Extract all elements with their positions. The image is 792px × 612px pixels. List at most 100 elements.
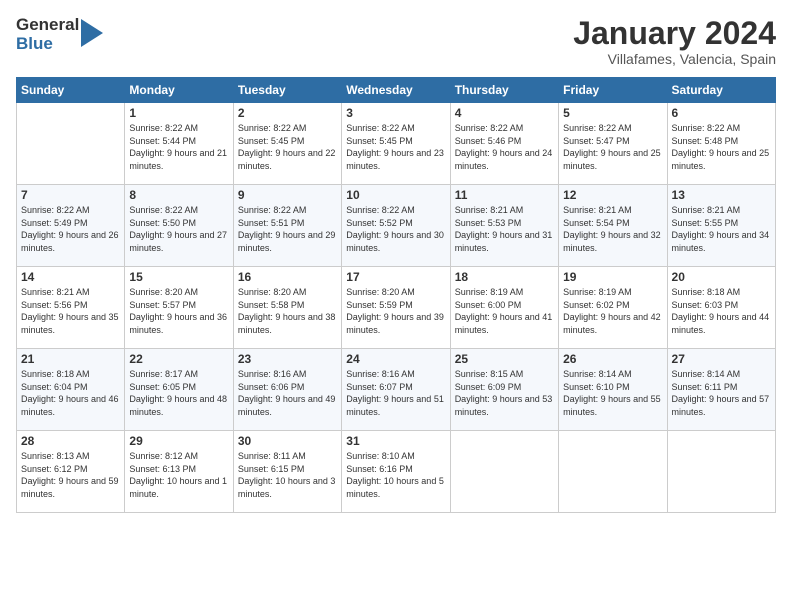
header-thursday: Thursday xyxy=(450,78,558,103)
table-row: 14Sunrise: 8:21 AMSunset: 5:56 PMDayligh… xyxy=(17,267,125,349)
table-row: 30 Sunrise: 8:11 AMSunset: 6:15 PMDayligh… xyxy=(233,431,341,513)
table-row: 9 Sunrise: 8:22 AMSunset: 5:51 PMDaylight… xyxy=(233,185,341,267)
day-info: Sunrise: 8:14 AMSunset: 6:10 PMDaylight:… xyxy=(563,368,662,418)
day-info: Sunrise: 8:22 AMSunset: 5:45 PMDaylight:… xyxy=(346,122,445,172)
table-row: 15 Sunrise: 8:20 AMSunset: 5:57 PMDayligh… xyxy=(125,267,233,349)
day-number: 16 xyxy=(238,270,337,284)
day-info: Sunrise: 8:22 AMSunset: 5:46 PMDaylight:… xyxy=(455,122,554,172)
day-number: 20 xyxy=(672,270,771,284)
table-row: 27 Sunrise: 8:14 AMSunset: 6:11 PMDayligh… xyxy=(667,349,775,431)
logo-icon xyxy=(81,19,103,47)
table-row: 1 Sunrise: 8:22 AMSunset: 5:44 PMDaylight… xyxy=(125,103,233,185)
day-number: 3 xyxy=(346,106,445,120)
table-row: 22 Sunrise: 8:17 AMSunset: 6:05 PMDayligh… xyxy=(125,349,233,431)
day-number: 6 xyxy=(672,106,771,120)
day-number: 14 xyxy=(21,270,120,284)
day-info: Sunrise: 8:10 AMSunset: 6:16 PMDaylight:… xyxy=(346,450,445,500)
table-row xyxy=(450,431,558,513)
day-info: Sunrise: 8:18 AMSunset: 6:03 PMDaylight:… xyxy=(672,286,771,336)
table-row: 26 Sunrise: 8:14 AMSunset: 6:10 PMDayligh… xyxy=(559,349,667,431)
day-info: Sunrise: 8:21 AMSunset: 5:53 PMDaylight:… xyxy=(455,204,554,254)
table-row: 5 Sunrise: 8:22 AMSunset: 5:47 PMDaylight… xyxy=(559,103,667,185)
table-row: 19 Sunrise: 8:19 AMSunset: 6:02 PMDayligh… xyxy=(559,267,667,349)
week-row-3: 14Sunrise: 8:21 AMSunset: 5:56 PMDayligh… xyxy=(17,267,776,349)
logo-blue: Blue xyxy=(16,35,79,54)
table-row: 13 Sunrise: 8:21 AMSunset: 5:55 PMDayligh… xyxy=(667,185,775,267)
day-number: 27 xyxy=(672,352,771,366)
day-number: 22 xyxy=(129,352,228,366)
day-number: 7 xyxy=(21,188,120,202)
day-info: Sunrise: 8:16 AMSunset: 6:06 PMDaylight:… xyxy=(238,368,337,418)
table-row: 7Sunrise: 8:22 AMSunset: 5:49 PMDaylight… xyxy=(17,185,125,267)
day-number: 12 xyxy=(563,188,662,202)
header-wednesday: Wednesday xyxy=(342,78,450,103)
table-row: 23 Sunrise: 8:16 AMSunset: 6:06 PMDayligh… xyxy=(233,349,341,431)
day-info: Sunrise: 8:22 AMSunset: 5:50 PMDaylight:… xyxy=(129,204,228,254)
page: General Blue January 2024 Villafames, Va… xyxy=(0,0,792,612)
table-row: 12 Sunrise: 8:21 AMSunset: 5:54 PMDayligh… xyxy=(559,185,667,267)
day-info: Sunrise: 8:14 AMSunset: 6:11 PMDaylight:… xyxy=(672,368,771,418)
logo: General Blue xyxy=(16,16,103,53)
table-row: 6Sunrise: 8:22 AMSunset: 5:48 PMDaylight… xyxy=(667,103,775,185)
logo-general: General xyxy=(16,16,79,35)
day-info: Sunrise: 8:21 AMSunset: 5:55 PMDaylight:… xyxy=(672,204,771,254)
day-number: 1 xyxy=(129,106,228,120)
day-number: 2 xyxy=(238,106,337,120)
week-row-5: 28 Sunrise: 8:13 AMSunset: 6:12 PMDayligh… xyxy=(17,431,776,513)
day-info: Sunrise: 8:22 AMSunset: 5:51 PMDaylight:… xyxy=(238,204,337,254)
day-number: 30 xyxy=(238,434,337,448)
table-row: 21 Sunrise: 8:18 AMSunset: 6:04 PMDayligh… xyxy=(17,349,125,431)
day-info: Sunrise: 8:20 AMSunset: 5:57 PMDaylight:… xyxy=(129,286,228,336)
day-number: 24 xyxy=(346,352,445,366)
day-number: 8 xyxy=(129,188,228,202)
day-number: 29 xyxy=(129,434,228,448)
day-number: 17 xyxy=(346,270,445,284)
day-number: 5 xyxy=(563,106,662,120)
day-info: Sunrise: 8:22 AMSunset: 5:47 PMDaylight:… xyxy=(563,122,662,172)
day-number: 9 xyxy=(238,188,337,202)
week-row-1: 1 Sunrise: 8:22 AMSunset: 5:44 PMDaylight… xyxy=(17,103,776,185)
day-info: Sunrise: 8:19 AMSunset: 6:02 PMDaylight:… xyxy=(563,286,662,336)
day-number: 15 xyxy=(129,270,228,284)
day-info: Sunrise: 8:21 AMSunset: 5:54 PMDaylight:… xyxy=(563,204,662,254)
calendar-table: Sunday Monday Tuesday Wednesday Thursday… xyxy=(16,77,776,513)
day-info: Sunrise: 8:20 AMSunset: 5:58 PMDaylight:… xyxy=(238,286,337,336)
day-number: 26 xyxy=(563,352,662,366)
day-info: Sunrise: 8:22 AMSunset: 5:45 PMDaylight:… xyxy=(238,122,337,172)
day-info: Sunrise: 8:13 AMSunset: 6:12 PMDaylight:… xyxy=(21,450,120,500)
table-row: 8 Sunrise: 8:22 AMSunset: 5:50 PMDaylight… xyxy=(125,185,233,267)
table-row: 20 Sunrise: 8:18 AMSunset: 6:03 PMDayligh… xyxy=(667,267,775,349)
header: General Blue January 2024 Villafames, Va… xyxy=(16,16,776,67)
header-saturday: Saturday xyxy=(667,78,775,103)
day-info: Sunrise: 8:12 AMSunset: 6:13 PMDaylight:… xyxy=(129,450,228,500)
day-number: 19 xyxy=(563,270,662,284)
week-row-4: 21 Sunrise: 8:18 AMSunset: 6:04 PMDayligh… xyxy=(17,349,776,431)
table-row: 11 Sunrise: 8:21 AMSunset: 5:53 PMDayligh… xyxy=(450,185,558,267)
header-tuesday: Tuesday xyxy=(233,78,341,103)
day-number: 4 xyxy=(455,106,554,120)
table-row xyxy=(559,431,667,513)
header-friday: Friday xyxy=(559,78,667,103)
day-info: Sunrise: 8:22 AMSunset: 5:52 PMDaylight:… xyxy=(346,204,445,254)
day-number: 11 xyxy=(455,188,554,202)
logo-block: General Blue xyxy=(16,16,103,53)
table-row xyxy=(667,431,775,513)
day-number: 23 xyxy=(238,352,337,366)
day-number: 21 xyxy=(21,352,120,366)
day-info: Sunrise: 8:16 AMSunset: 6:07 PMDaylight:… xyxy=(346,368,445,418)
table-row: 4 Sunrise: 8:22 AMSunset: 5:46 PMDaylight… xyxy=(450,103,558,185)
day-info: Sunrise: 8:17 AMSunset: 6:05 PMDaylight:… xyxy=(129,368,228,418)
table-row: 3 Sunrise: 8:22 AMSunset: 5:45 PMDaylight… xyxy=(342,103,450,185)
day-info: Sunrise: 8:18 AMSunset: 6:04 PMDaylight:… xyxy=(21,368,120,418)
title-block: January 2024 Villafames, Valencia, Spain xyxy=(573,16,776,67)
location: Villafames, Valencia, Spain xyxy=(573,51,776,67)
day-number: 25 xyxy=(455,352,554,366)
day-number: 31 xyxy=(346,434,445,448)
day-number: 18 xyxy=(455,270,554,284)
table-row: 28 Sunrise: 8:13 AMSunset: 6:12 PMDayligh… xyxy=(17,431,125,513)
day-info: Sunrise: 8:22 AMSunset: 5:44 PMDaylight:… xyxy=(129,122,228,172)
day-number: 28 xyxy=(21,434,120,448)
day-number: 13 xyxy=(672,188,771,202)
week-row-2: 7Sunrise: 8:22 AMSunset: 5:49 PMDaylight… xyxy=(17,185,776,267)
day-info: Sunrise: 8:11 AMSunset: 6:15 PMDaylight:… xyxy=(238,450,337,500)
